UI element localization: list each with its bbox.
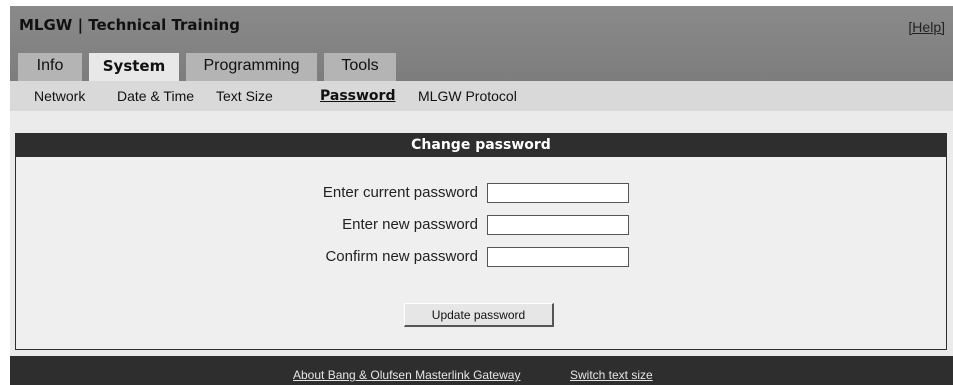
footer-bar: About Bang & Olufsen Masterlink Gateway … [10,356,953,385]
panel-heading: Change password [16,134,946,157]
subnav-mlgw-protocol[interactable]: MLGW Protocol [418,88,517,104]
current-password-input[interactable] [487,183,629,203]
switch-text-size-link[interactable]: Switch text size [570,368,653,382]
system-subnav: Network Date & Time Text Size Password M… [10,81,953,111]
tab-info[interactable]: Info [18,53,82,81]
subnav-network[interactable]: Network [34,88,85,104]
tab-programming[interactable]: Programming [186,53,317,81]
tab-system[interactable]: System [89,53,179,81]
header-bar: MLGW | Technical Training [Help] Info Sy… [10,6,953,81]
subnav-date-time[interactable]: Date & Time [117,88,194,104]
confirm-password-label: Confirm new password [325,248,478,265]
app-frame: MLGW | Technical Training [Help] Info Sy… [10,6,953,385]
current-password-label: Enter current password [322,184,478,201]
subnav-text-size[interactable]: Text Size [216,88,273,104]
new-password-input[interactable] [487,215,629,235]
page-title: MLGW | Technical Training [19,16,240,34]
confirm-password-input[interactable] [487,247,629,267]
subnav-password[interactable]: Password [320,88,395,104]
new-password-label: Enter new password [342,216,478,233]
tab-tools[interactable]: Tools [324,53,396,81]
about-mlgw-link[interactable]: About Bang & Olufsen Masterlink Gateway [293,368,520,382]
help-link[interactable]: [Help] [908,19,945,35]
update-password-button[interactable]: Update password [404,303,554,327]
